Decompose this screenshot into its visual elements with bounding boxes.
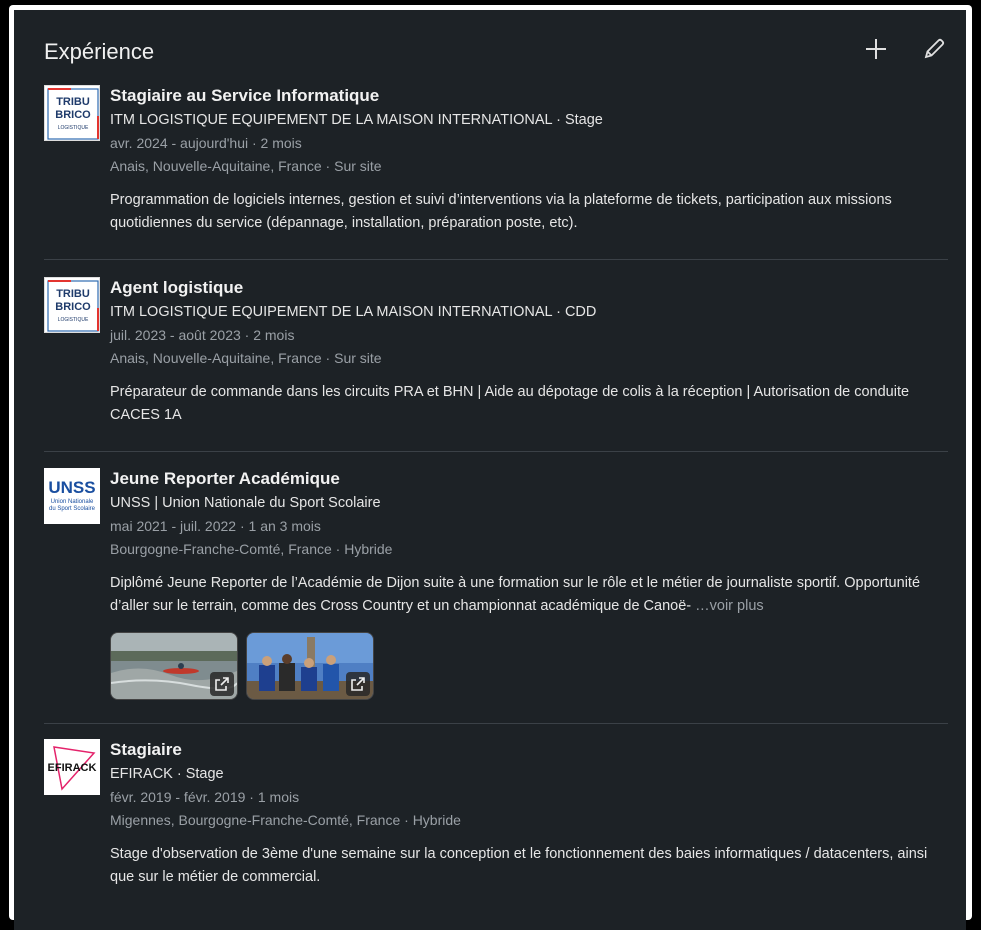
job-title[interactable]: Agent logistique bbox=[110, 277, 948, 299]
logo-text-line: TRIBU bbox=[56, 96, 90, 108]
logo-text-line: du Sport Scolaire bbox=[49, 506, 96, 512]
logo-text-line: BRICO bbox=[55, 301, 91, 313]
divider bbox=[44, 259, 948, 260]
external-link-icon bbox=[346, 672, 370, 696]
job-dates: juil. 2023 - août 2023 · 2 mois bbox=[110, 327, 295, 343]
job-description: Préparateur de commande dans les circuit… bbox=[110, 384, 910, 423]
divider bbox=[44, 723, 948, 724]
plus-icon bbox=[866, 39, 886, 59]
job-location: Migennes, Bourgogne-Franche-Comté, Franc… bbox=[110, 812, 461, 828]
company-name: EFIRACK · Stage bbox=[110, 766, 224, 782]
job-description: Stage d'observation de 3ème d'une semain… bbox=[110, 846, 928, 885]
company-logo-tribu-brico[interactable]: TRIBU BRICO LOGISTIQUE bbox=[44, 85, 100, 141]
company-logo-unss[interactable]: UNSS Union Nationale du Sport Scolaire bbox=[44, 468, 100, 524]
job-description: Diplômé Jeune Reporter de l’Académie de … bbox=[110, 572, 948, 618]
job-location: Anais, Nouvelle-Aquitaine, France · Sur … bbox=[110, 158, 382, 174]
logo-text-line: Union Nationale bbox=[51, 499, 94, 505]
job-description-text: Diplômé Jeune Reporter de l’Académie de … bbox=[110, 575, 921, 614]
logo-text-line: LOGISTIQUE bbox=[58, 317, 89, 323]
job-dates: avr. 2024 - aujourd'hui · 2 mois bbox=[110, 135, 302, 151]
job-title[interactable]: Stagiaire bbox=[110, 739, 948, 761]
section-title: Expérience bbox=[44, 39, 155, 64]
add-experience-button[interactable] bbox=[859, 32, 893, 66]
media-thumbnail-group[interactable] bbox=[246, 632, 374, 700]
job-location: Bourgogne-Franche-Comté, France · Hybrid… bbox=[110, 541, 393, 557]
logo-text-line: LOGISTIQUE bbox=[58, 125, 89, 131]
job-location: Anais, Nouvelle-Aquitaine, France · Sur … bbox=[110, 350, 382, 366]
logo-text-line: EFIRACK bbox=[48, 762, 97, 774]
media-row bbox=[110, 632, 948, 700]
divider bbox=[44, 451, 948, 452]
pencil-icon bbox=[924, 38, 945, 59]
edit-experience-button[interactable] bbox=[917, 32, 951, 66]
job-dates: mai 2021 - juil. 2022 · 1 an 3 mois bbox=[110, 518, 321, 534]
job-title[interactable]: Jeune Reporter Académique bbox=[110, 468, 948, 490]
company-name: UNSS | Union Nationale du Sport Scolaire bbox=[110, 495, 381, 511]
company-logo-efirack[interactable]: EFIRACK bbox=[44, 739, 100, 795]
company-logo-tribu-brico[interactable]: TRIBU BRICO LOGISTIQUE bbox=[44, 277, 100, 333]
job-title[interactable]: Stagiaire au Service Informatique bbox=[110, 85, 948, 107]
job-description: Programmation de logiciels internes, ges… bbox=[110, 192, 892, 231]
see-more-link[interactable]: …voir plus bbox=[695, 598, 764, 614]
job-dates: févr. 2019 - févr. 2019 · 1 mois bbox=[110, 789, 300, 805]
logo-text-line: TRIBU bbox=[56, 288, 90, 300]
logo-text-line: BRICO bbox=[55, 109, 91, 121]
logo-text-line: UNSS bbox=[48, 478, 95, 497]
company-name: ITM LOGISTIQUE EQUIPEMENT DE LA MAISON I… bbox=[110, 112, 603, 128]
company-name: ITM LOGISTIQUE EQUIPEMENT DE LA MAISON I… bbox=[110, 304, 597, 320]
experience-card: Expérience TRIBU BRICO LOGISTIQUE Stagia… bbox=[14, 10, 966, 930]
media-thumbnail-canoe[interactable] bbox=[110, 632, 238, 700]
external-link-icon bbox=[210, 672, 234, 696]
